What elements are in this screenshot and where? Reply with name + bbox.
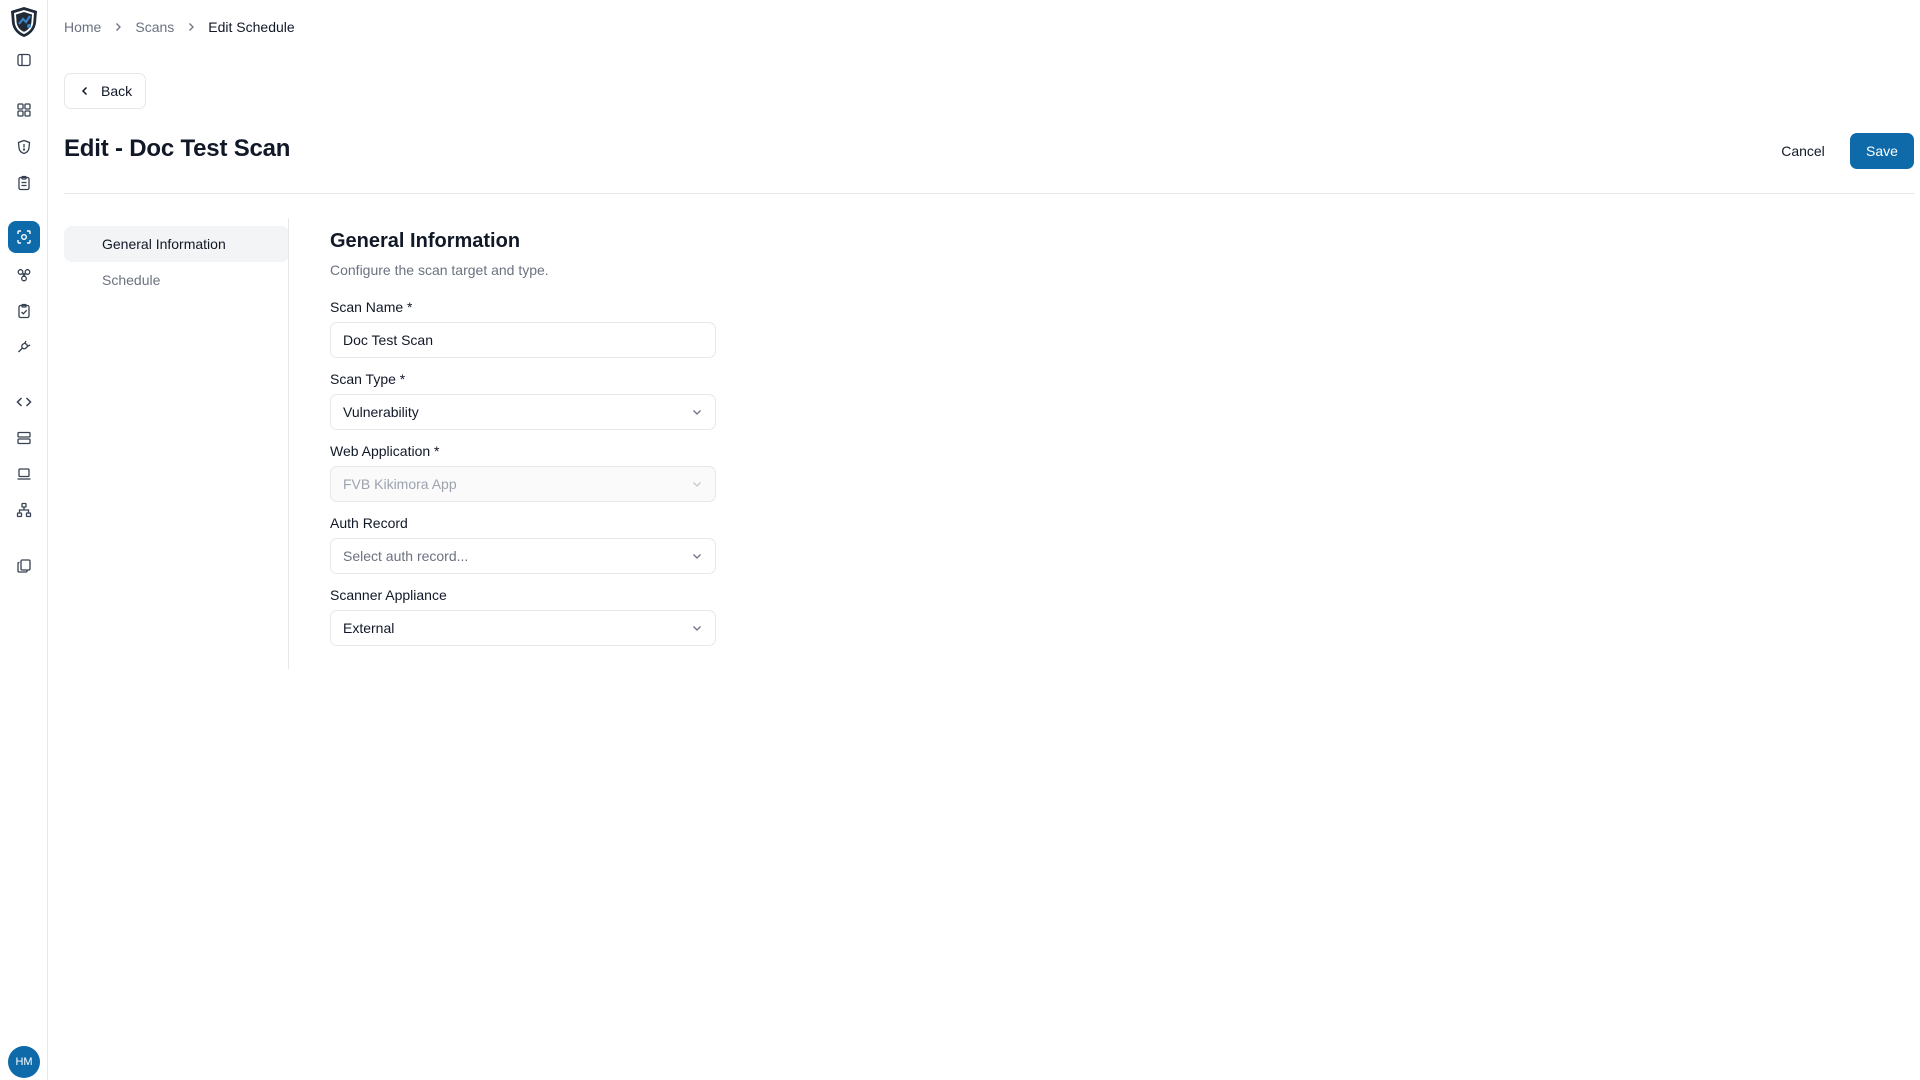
section-heading: General Information	[330, 230, 521, 252]
code-icon[interactable]	[14, 392, 34, 412]
chevron-down-icon	[691, 622, 703, 634]
back-button[interactable]: Back	[64, 73, 146, 109]
chevron-down-icon	[691, 550, 703, 562]
web-application-select: FVB Kikimora App	[330, 466, 716, 502]
clipboard-check-icon[interactable]	[14, 301, 34, 321]
section-nav-general-information[interactable]: General Information	[64, 226, 289, 262]
back-label: Back	[101, 83, 133, 99]
breadcrumb-home[interactable]: Home	[64, 19, 101, 35]
shield-logo-icon[interactable]	[9, 6, 39, 38]
web-application-value: FVB Kikimora App	[343, 476, 457, 492]
chevron-right-icon	[185, 21, 197, 33]
laptop-icon[interactable]	[14, 464, 34, 484]
chevron-left-icon	[81, 86, 88, 96]
shield-alert-icon[interactable]	[14, 137, 34, 157]
breadcrumb: Home Scans Edit Schedule	[64, 19, 295, 35]
auth-record-field: Auth Record Select auth record...	[330, 515, 716, 574]
header-divider	[64, 193, 1914, 194]
breadcrumb-scans[interactable]: Scans	[135, 19, 174, 35]
save-button[interactable]: Save	[1850, 133, 1914, 169]
biohazard-icon[interactable]	[14, 265, 34, 285]
server-icon[interactable]	[14, 428, 34, 448]
scan-type-select[interactable]: Vulnerability	[330, 394, 716, 430]
chevron-right-icon	[112, 21, 124, 33]
clipboard-list-icon[interactable]	[14, 173, 34, 193]
scan-name-input[interactable]	[330, 322, 716, 358]
scanner-appliance-value: External	[343, 620, 395, 636]
web-application-label: Web Application *	[330, 443, 440, 459]
scan-name-field: Scan Name *	[330, 299, 716, 358]
scan-type-value: Vulnerability	[343, 404, 419, 420]
general-information-form: General Information Configure the scan t…	[330, 230, 716, 659]
page-title: Edit - Doc Test Scan	[64, 135, 291, 162]
scan-name-label: Scan Name *	[330, 299, 413, 315]
web-application-field: Web Application * FVB Kikimora App	[330, 443, 716, 502]
auth-record-placeholder: Select auth record...	[343, 548, 469, 564]
scanner-appliance-field: Scanner Appliance External	[330, 587, 716, 646]
plug-icon[interactable]	[14, 337, 34, 357]
scan-type-field: Scan Type * Vulnerability	[330, 371, 716, 430]
auth-record-label: Auth Record	[330, 515, 408, 531]
section-nav: General Information Schedule	[64, 226, 289, 298]
cancel-button[interactable]: Cancel	[1766, 133, 1840, 169]
section-divider	[288, 218, 289, 669]
section-description: Configure the scan target and type.	[330, 262, 549, 278]
sidebar-toggle-icon[interactable]	[14, 50, 34, 70]
scanner-appliance-select[interactable]: External	[330, 610, 716, 646]
breadcrumb-current: Edit Schedule	[208, 19, 295, 35]
scanner-appliance-label: Scanner Appliance	[330, 587, 447, 603]
dashboard-icon[interactable]	[14, 100, 34, 120]
chevron-down-icon	[691, 406, 703, 418]
scan-type-label: Scan Type *	[330, 371, 406, 387]
reports-icon[interactable]	[14, 556, 34, 576]
network-icon[interactable]	[14, 500, 34, 520]
section-nav-schedule[interactable]: Schedule	[64, 262, 289, 298]
icon-rail: HM	[0, 0, 48, 1080]
user-avatar[interactable]: HM	[8, 1046, 40, 1078]
chevron-down-icon	[691, 478, 703, 490]
auth-record-select[interactable]: Select auth record...	[330, 538, 716, 574]
scans-nav-icon[interactable]	[8, 221, 40, 253]
